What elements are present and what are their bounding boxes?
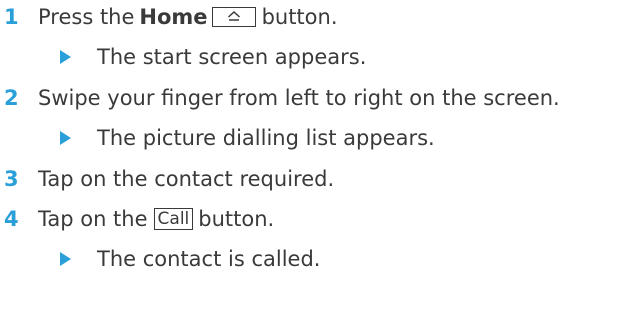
- step-text: Tap on the Call button.: [38, 207, 274, 231]
- triangle-bullet-icon: [60, 252, 71, 266]
- step-text-after: button.: [198, 207, 275, 231]
- step-text-after: button.: [261, 5, 338, 29]
- call-button-key: Call: [153, 208, 194, 230]
- step-text: Tap on the contact required.: [38, 167, 335, 191]
- result-text: The contact is called.: [97, 247, 321, 271]
- step-text-before: Tap on the: [38, 207, 148, 231]
- home-button-key: [211, 7, 256, 27]
- triangle-bullet-icon: [60, 131, 71, 145]
- result-text: The start screen appears.: [97, 45, 367, 69]
- home-icon: [227, 10, 240, 21]
- instruction-list: 1 Press the Home button. The start scree…: [0, 0, 642, 309]
- step-number: 2: [4, 86, 19, 110]
- step-text: Swipe your finger from left to right on …: [38, 86, 560, 110]
- step-number: 3: [4, 167, 19, 191]
- step-number: 1: [4, 5, 19, 29]
- step-number: 4: [4, 207, 19, 231]
- home-key-label: Home: [139, 5, 208, 29]
- triangle-bullet-icon: [60, 50, 71, 64]
- step-text-before: Press the: [38, 5, 135, 29]
- result-text: The picture dialling list appears.: [97, 126, 435, 150]
- step-text: Press the Home button.: [38, 5, 338, 29]
